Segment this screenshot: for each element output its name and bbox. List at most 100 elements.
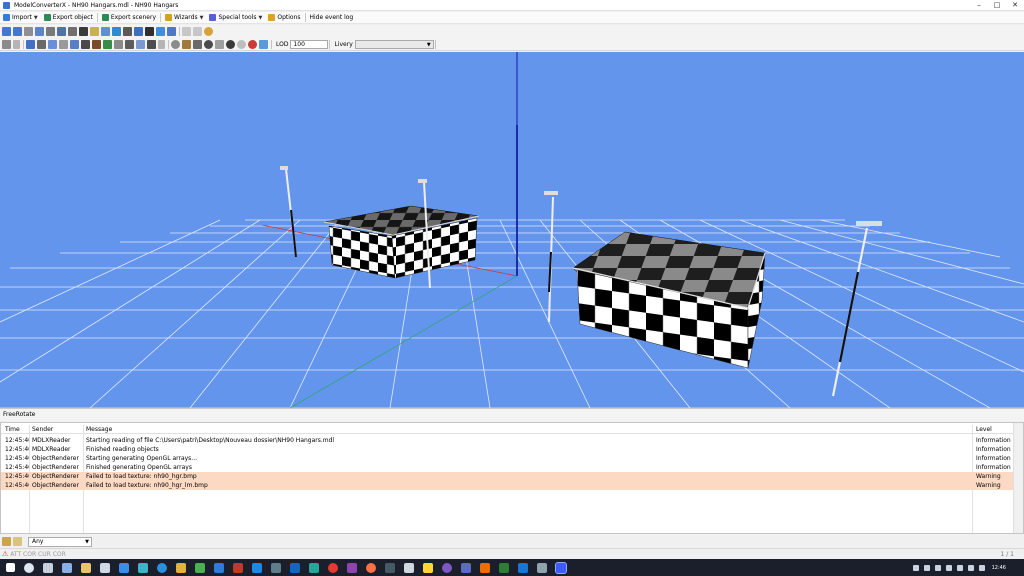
search-icon[interactable] [24, 562, 34, 573]
scissors-icon[interactable] [125, 39, 134, 49]
table-row[interactable]: 12:45:40 MDLXReader Finished reading obj… [1, 445, 1015, 454]
column-header-sender[interactable]: Sender [32, 425, 82, 434]
app-icon[interactable] [499, 562, 509, 573]
column-header-message[interactable]: Message [86, 425, 966, 434]
table-row[interactable]: 12:45:40 ObjectRenderer Finished generat… [1, 463, 1015, 472]
record-icon[interactable] [248, 39, 257, 49]
column-header-time[interactable]: Time [5, 425, 29, 434]
app-icon[interactable] [195, 562, 205, 573]
app-icon[interactable] [385, 562, 395, 573]
keyboard-icon[interactable] [967, 564, 974, 571]
texture-ball-icon[interactable] [193, 39, 202, 49]
terrain-icon[interactable] [103, 39, 112, 49]
mail-icon[interactable] [119, 562, 129, 573]
attach-icon[interactable] [112, 27, 121, 36]
level-filter-select[interactable]: Any ▼ [28, 536, 92, 547]
crane-icon[interactable] [114, 39, 123, 49]
screen-icon[interactable] [156, 27, 165, 36]
app-icon[interactable] [290, 562, 300, 573]
checker-icon[interactable] [215, 39, 224, 49]
file-explorer-icon[interactable] [81, 562, 91, 573]
filter-icon[interactable] [2, 537, 11, 546]
app-icon[interactable] [480, 562, 490, 573]
link-icon[interactable] [48, 39, 57, 49]
tag-icon[interactable] [90, 27, 99, 36]
node-icon[interactable] [101, 27, 110, 36]
widgets-icon[interactable] [62, 562, 72, 573]
menu-wizards[interactable]: Wizards ▼ [162, 12, 206, 24]
axes-icon[interactable] [2, 39, 11, 49]
camera-icon[interactable] [147, 39, 156, 49]
export-icon[interactable] [167, 27, 176, 36]
menu-special-tools[interactable]: Special tools ▼ [206, 12, 265, 24]
menu-export-object[interactable]: Export object [41, 12, 96, 24]
app-icon[interactable] [328, 562, 338, 573]
battery-icon[interactable] [945, 564, 952, 571]
taskbar-clock[interactable]: 12:46 [992, 565, 1006, 571]
material-ball-icon[interactable] [182, 39, 191, 49]
maximize-button[interactable]: □ [988, 0, 1006, 11]
edge-icon[interactable] [157, 562, 167, 573]
modelconverterx-taskbar-icon[interactable] [555, 561, 567, 574]
chevron-down-icon[interactable] [158, 39, 165, 49]
menu-hide-event-log[interactable]: Hide event log [307, 12, 357, 24]
texture-icon[interactable] [68, 27, 77, 36]
network-icon[interactable] [934, 564, 941, 571]
windows-start-icon[interactable] [6, 563, 15, 572]
table-row-warning[interactable]: 12:45:40 ObjectRenderer Failed to load t… [1, 481, 1015, 490]
dark-sphere-icon[interactable] [226, 39, 235, 49]
teams-icon[interactable] [138, 562, 148, 573]
points-icon[interactable] [70, 39, 79, 49]
app-icon[interactable] [309, 562, 319, 573]
hierarchy-icon[interactable] [35, 27, 44, 36]
table-row[interactable]: 12:45:40 MDLXReader Starting reading of … [1, 436, 1015, 445]
box-icon[interactable] [81, 39, 90, 49]
task-view-icon[interactable] [43, 562, 53, 573]
undo-icon[interactable] [182, 27, 191, 36]
app-icon[interactable] [271, 562, 281, 573]
help-icon[interactable] [204, 27, 213, 36]
image-icon[interactable] [259, 39, 268, 49]
app-icon[interactable] [404, 562, 414, 573]
lights-icon[interactable] [59, 39, 68, 49]
menu-import[interactable]: Import ▼ [0, 12, 41, 24]
light-sphere-icon[interactable] [237, 39, 246, 49]
table-row[interactable]: 12:45:40 ObjectRenderer Starting generat… [1, 454, 1015, 463]
clear-log-icon[interactable] [13, 537, 22, 546]
forward-arrow-icon[interactable] [13, 27, 22, 36]
word-icon[interactable] [518, 562, 528, 573]
film-icon[interactable] [79, 27, 88, 36]
menu-options[interactable]: Options [265, 12, 303, 24]
app-icon[interactable] [252, 562, 262, 573]
app-icon[interactable] [461, 562, 471, 573]
app-icon[interactable] [347, 562, 357, 573]
menu-export-scenery[interactable]: Export scenery [99, 12, 159, 24]
app-icon[interactable] [214, 562, 224, 573]
pin-icon[interactable] [46, 27, 55, 36]
redo-icon[interactable] [193, 27, 202, 36]
store-icon[interactable] [100, 562, 110, 573]
volume-icon[interactable] [956, 564, 963, 571]
app-icon[interactable] [176, 562, 186, 573]
effects-icon[interactable] [136, 39, 145, 49]
back-arrow-icon[interactable] [2, 27, 11, 36]
hangar-icon[interactable] [92, 39, 101, 49]
vertical-scrollbar[interactable] [1013, 423, 1023, 533]
cloud-icon[interactable] [923, 564, 930, 571]
app-icon[interactable] [442, 562, 452, 573]
column-header-level[interactable]: Level [976, 425, 1016, 434]
sphere-icon[interactable] [171, 39, 180, 49]
table-row-warning[interactable]: 12:45:40 ObjectRenderer Failed to load t… [1, 472, 1015, 481]
firefox-icon[interactable] [366, 562, 376, 573]
minimize-button[interactable]: – [970, 0, 988, 11]
page-icon[interactable] [24, 27, 33, 36]
wire-icon[interactable] [37, 39, 46, 49]
material-icon[interactable] [57, 27, 66, 36]
close-button[interactable]: ✕ [1006, 0, 1024, 11]
layers-icon[interactable] [134, 27, 143, 36]
chevron-up-icon[interactable] [912, 564, 919, 571]
app-icon[interactable] [423, 562, 433, 573]
wifi-icon[interactable] [978, 564, 985, 571]
app-icon[interactable] [233, 562, 243, 573]
person-icon[interactable] [145, 27, 154, 36]
